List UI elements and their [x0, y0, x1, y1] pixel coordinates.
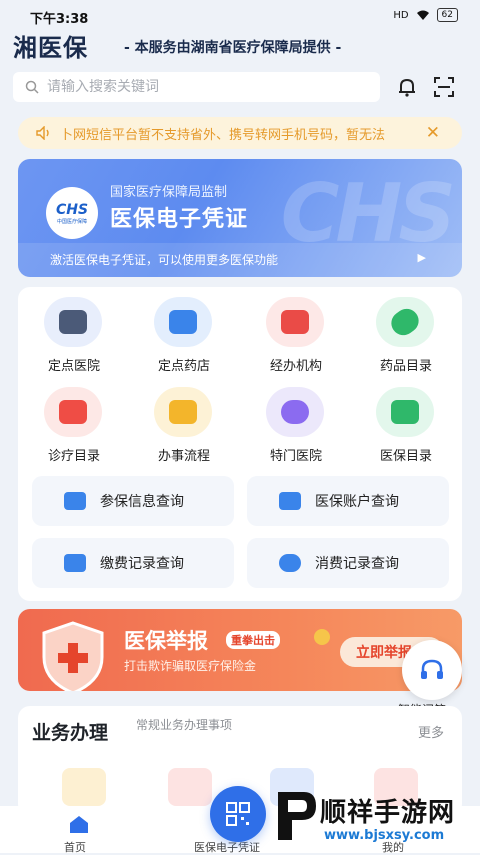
consumption-icon — [279, 554, 301, 572]
search-input[interactable] — [47, 79, 347, 95]
assistant-button[interactable] — [402, 640, 462, 700]
close-icon[interactable]: ✕ — [426, 123, 440, 143]
notice-bar: 卜网短信平台暂不支持省外、携号转网手机号码，暂无法 ✕ — [18, 117, 462, 149]
query-consumption-button[interactable]: 消费记录查询 — [247, 538, 449, 588]
search-row — [0, 72, 480, 102]
tab-home[interactable]: 首页 — [50, 806, 110, 854]
business-more-link[interactable]: 更多 — [418, 722, 444, 741]
status-time: 下午3:38 — [30, 12, 89, 27]
report-title: 医保举报 — [124, 629, 208, 653]
grid-item-medicine[interactable]: 药品目录 — [356, 289, 456, 374]
search-box[interactable] — [13, 72, 380, 102]
speaker-icon — [36, 126, 49, 140]
process-icon — [154, 387, 212, 437]
header: 湘医保 - 本服务由湖南省医疗保障局提供 - — [0, 28, 480, 64]
agency-icon — [266, 297, 324, 347]
search-icon — [25, 80, 39, 94]
business-subtitle: 常规业务办理事项 — [136, 718, 233, 732]
grid-label: 特门医院 — [269, 449, 322, 464]
hero-supervisor: 国家医疗保障局监制 — [110, 185, 228, 200]
status-bar: 下午3:38 HD 62 — [0, 0, 480, 30]
status-icons: HD 62 — [393, 8, 458, 22]
grid-item-treatment[interactable]: 诊疗目录 — [24, 379, 124, 464]
watermark-brand-name: 顺祥手游网 — [320, 798, 456, 828]
grid-item-insurance-catalog[interactable]: 医保目录 — [356, 379, 456, 464]
notice-text: 卜网短信平台暂不支持省外、携号转网手机号码，暂无法 — [60, 127, 386, 143]
coin-icon — [314, 629, 330, 645]
chs-logo-text: CHS — [55, 201, 89, 218]
watermark-url: www.bjsxsy.com — [324, 828, 445, 843]
qr-code-icon — [226, 802, 250, 826]
battery-icon: 62 — [436, 8, 458, 22]
report-subtitle: 打击欺诈骗取医疗保险金 — [124, 659, 257, 673]
business-item-icon[interactable] — [168, 768, 212, 806]
query-insured-info-button[interactable]: 参保信息查询 — [32, 476, 234, 526]
medicine-icon — [376, 297, 434, 347]
query-label: 医保账户查询 — [315, 494, 399, 510]
grid-item-special-clinic[interactable]: 特门医院 — [246, 379, 346, 464]
grid-item-agency[interactable]: 经办机构 — [246, 289, 346, 374]
header-subtitle: - 本服务由湖南省医疗保障局提供 - — [124, 40, 342, 56]
grid-label: 诊疗目录 — [47, 449, 100, 464]
hero-title: 医保电子凭证 — [110, 207, 249, 232]
grid-item-process[interactable]: 办事流程 — [134, 379, 234, 464]
insurance-catalog-icon — [376, 387, 434, 437]
query-payment-button[interactable]: 缴费记录查询 — [32, 538, 234, 588]
business-item-icon[interactable] — [62, 768, 106, 806]
scan-icon[interactable] — [433, 76, 455, 98]
grid-item-hospital[interactable]: 定点医院 — [24, 289, 124, 374]
home-icon — [70, 816, 88, 833]
query-label: 消费记录查询 — [315, 556, 399, 572]
wifi-icon — [416, 10, 429, 20]
query-account-button[interactable]: 医保账户查询 — [247, 476, 449, 526]
report-tag: 重拳出击 — [226, 631, 280, 649]
signal-icon: HD — [393, 9, 409, 21]
account-icon — [279, 492, 301, 510]
report-banner[interactable]: 医保举报 重拳出击 打击欺诈骗取医疗保险金 立即举报 — [18, 609, 462, 691]
qr-code-button[interactable] — [210, 786, 266, 842]
hospital-icon — [44, 297, 102, 347]
insured-info-icon — [64, 492, 86, 510]
query-label: 缴费记录查询 — [100, 556, 184, 572]
special-clinic-icon — [266, 387, 324, 437]
bell-icon[interactable] — [396, 76, 418, 98]
headset-icon — [421, 659, 443, 679]
grid-label: 药品目录 — [379, 359, 432, 374]
app-logo: 湘医保 — [13, 34, 88, 62]
grid-label: 定点医院 — [47, 359, 100, 374]
pharmacy-icon — [154, 297, 212, 347]
grid-label: 医保目录 — [379, 449, 432, 464]
shield-icon — [42, 621, 104, 691]
payment-icon — [64, 554, 86, 572]
query-label: 参保信息查询 — [100, 494, 184, 510]
grid-label: 办事流程 — [157, 449, 210, 464]
e-voucher-card[interactable]: CHS CHS 中国医疗保障 国家医疗保障局监制 医保电子凭证 激活医保电子凭证… — [18, 159, 462, 277]
chs-logo: CHS 中国医疗保障 — [46, 187, 98, 239]
site-watermark: 顺祥手游网 www.bjsxsy.com — [268, 780, 480, 853]
grid-label: 经办机构 — [269, 359, 322, 374]
business-title: 业务办理 — [32, 722, 109, 744]
brand-logo-icon — [278, 792, 316, 840]
hero-description: 激活医保电子凭证，可以使用更多医保功能 — [50, 253, 279, 267]
grid-item-pharmacy[interactable]: 定点药店 — [134, 289, 234, 374]
play-arrow-icon: ▶ — [417, 251, 426, 264]
service-grid: 定点医院 定点药店 经办机构 药品目录 诊疗目录 办事流程 特门医院 医保目录 … — [18, 287, 462, 601]
grid-label: 定点药店 — [157, 359, 210, 374]
treatment-icon — [44, 387, 102, 437]
chs-logo-sub: 中国医疗保障 — [56, 218, 87, 225]
